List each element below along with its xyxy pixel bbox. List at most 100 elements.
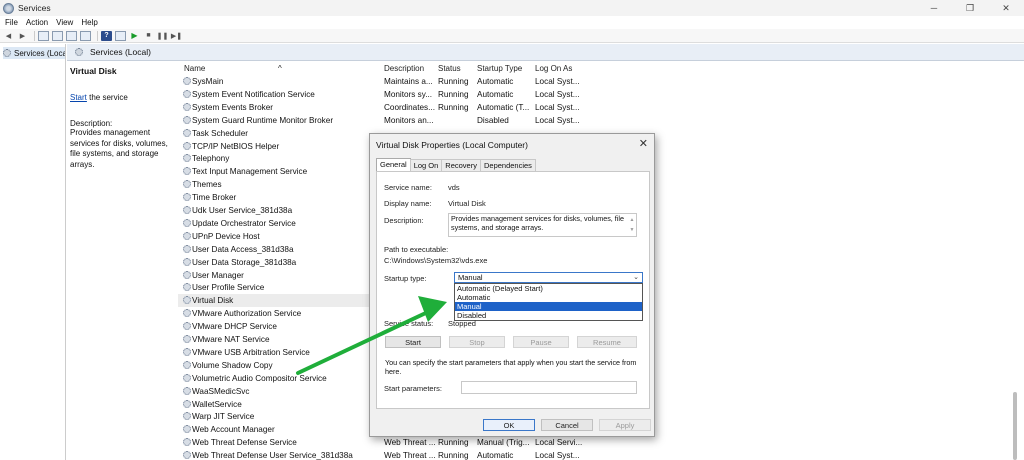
description-label: Description: <box>384 216 424 225</box>
column-header-log-on-as[interactable]: Log On As <box>535 64 572 73</box>
table-row[interactable]: Web Threat Defense User Service_381d38a W… <box>178 449 1024 460</box>
show-hide-tree-icon[interactable] <box>38 30 49 41</box>
column-header-startup-type[interactable]: Startup Type <box>477 64 522 73</box>
gear-icon <box>183 115 191 124</box>
menu-help[interactable]: Help <box>81 18 97 27</box>
view-icon[interactable] <box>115 30 126 41</box>
gear-icon <box>183 77 191 85</box>
description-scroll-arrows[interactable]: ▲ ▼ <box>629 215 635 235</box>
cell-name: SysMain <box>192 77 224 86</box>
gear-icon <box>183 386 191 395</box>
gear-icon <box>183 154 191 163</box>
toolbar-separator <box>97 30 98 41</box>
table-row[interactable]: System Events Broker Coordinates... Runnin… <box>178 101 1024 114</box>
restart-service-icon[interactable]: ▶❚ <box>171 31 182 41</box>
resume-button[interactable]: Resume <box>577 336 637 348</box>
export-list-icon[interactable] <box>80 30 91 41</box>
table-row[interactable]: System Guard Runtime Monitor Broker Monit… <box>178 114 1024 127</box>
description-text: Provides management services for disks, … <box>70 128 168 169</box>
cell-name: Update Orchestrator Service <box>192 218 296 228</box>
cancel-button[interactable]: Cancel <box>541 419 593 431</box>
start-service-link[interactable]: Start <box>70 93 87 102</box>
minimize-icon[interactable]: ─ <box>916 0 952 16</box>
services-app-icon <box>3 2 14 14</box>
maximize-icon[interactable]: ❐ <box>952 0 988 16</box>
option-automatic-delayed[interactable]: Automatic (Delayed Start) <box>455 284 642 293</box>
cell-startup: Automatic <box>477 451 514 460</box>
service-name-value: vds <box>448 183 460 192</box>
cell-name: Web Threat Defense Service <box>192 438 297 448</box>
properties-icon[interactable] <box>52 30 63 41</box>
cell-status: Running <box>438 451 469 460</box>
cell-name: VMware USB Arbitration Service <box>192 347 310 357</box>
tree-item-services-local[interactable]: Services (Local <box>3 47 65 59</box>
start-service-link-row: Start the service <box>70 93 174 102</box>
cell-startup: Manual (Trig... <box>477 438 530 448</box>
start-parameters-label: Start parameters: <box>384 384 442 393</box>
tab-dependencies[interactable]: Dependencies <box>479 159 536 171</box>
cell-name: VMware DHCP Service <box>192 322 277 332</box>
cell-name: System Event Notification Service <box>192 89 315 99</box>
start-parameters-input[interactable] <box>461 381 637 394</box>
refresh-icon[interactable] <box>66 30 77 41</box>
gear-icon <box>183 373 191 382</box>
gear-icon <box>183 206 191 214</box>
pause-service-icon[interactable]: ❚❚ <box>157 31 169 41</box>
menu-action[interactable]: Action <box>26 18 48 27</box>
option-automatic[interactable]: Automatic <box>455 293 642 302</box>
stop-service-icon[interactable]: ■ <box>143 31 154 41</box>
cell-name: Telephony <box>192 154 230 164</box>
menu-view[interactable]: View <box>56 18 73 27</box>
cell-startup: Automatic <box>477 89 514 99</box>
help-icon[interactable]: ? <box>101 30 112 41</box>
table-row[interactable]: System Event Notification Service Monitor… <box>178 88 1024 101</box>
dialog-title: Virtual Disk Properties (Local Computer) <box>376 140 528 150</box>
stop-button[interactable]: Stop <box>449 336 505 348</box>
menu-file[interactable]: File <box>5 18 18 27</box>
cell-desc: Monitors sy... <box>384 89 433 99</box>
window-controls: ─ ❐ ✕ <box>916 0 1024 16</box>
cell-name: Warp JIT Service <box>192 412 255 422</box>
cell-name: WalletService <box>192 399 242 409</box>
gear-icon <box>183 335 191 343</box>
cell-name: UPnP Device Host <box>192 231 260 241</box>
table-row[interactable]: SysMain Maintains a... Running Automatic Loc… <box>178 75 1024 88</box>
column-header-name[interactable]: Name <box>184 64 205 73</box>
gear-icon <box>183 257 191 266</box>
selected-service-title: Virtual Disk <box>70 66 117 76</box>
startup-type-select[interactable]: Manual ⌄ <box>454 272 643 283</box>
general-tab-panel: Service name: vds Display name: Virtual … <box>376 171 650 409</box>
gear-icon <box>183 412 191 421</box>
option-manual[interactable]: Manual <box>455 302 642 311</box>
table-row[interactable]: Web Threat Defense Service Web Threat ...… <box>178 436 1024 449</box>
pause-button[interactable]: Pause <box>513 336 569 348</box>
forward-icon[interactable]: ▶ <box>17 31 28 41</box>
tab-log-on[interactable]: Log On <box>409 159 443 171</box>
toolbar-separator <box>34 30 35 41</box>
close-icon[interactable]: ✕ <box>988 0 1024 16</box>
column-header-status[interactable]: Status <box>438 64 461 73</box>
start-service-suffix: the service <box>86 93 128 102</box>
cell-status: Running <box>438 102 469 112</box>
back-icon[interactable]: ◀ <box>3 31 14 41</box>
gear-icon <box>3 49 11 57</box>
cell-name: Text Input Management Service <box>192 167 308 177</box>
vertical-scrollbar[interactable] <box>1013 392 1017 460</box>
sort-ascending-icon: ^ <box>278 64 282 73</box>
ok-button[interactable]: OK <box>483 419 535 431</box>
cell-desc: Web Threat ... <box>384 438 436 448</box>
cell-startup: Automatic <box>477 77 514 86</box>
menu-bar: File Action View Help <box>0 16 1024 29</box>
gear-icon <box>183 399 191 408</box>
start-button[interactable]: Start <box>385 336 441 348</box>
cell-logon: Local Syst... <box>535 102 580 112</box>
service-status-label: Service status: <box>384 319 434 328</box>
tab-general[interactable]: General <box>376 158 411 171</box>
column-header-description[interactable]: Description <box>384 64 424 73</box>
gear-icon <box>183 244 191 253</box>
start-service-icon[interactable]: ▶ <box>129 31 140 41</box>
option-disabled[interactable]: Disabled <box>455 311 642 320</box>
close-icon[interactable]: ✕ <box>639 137 648 150</box>
tab-recovery[interactable]: Recovery <box>441 159 481 171</box>
apply-button[interactable]: Apply <box>599 419 651 431</box>
